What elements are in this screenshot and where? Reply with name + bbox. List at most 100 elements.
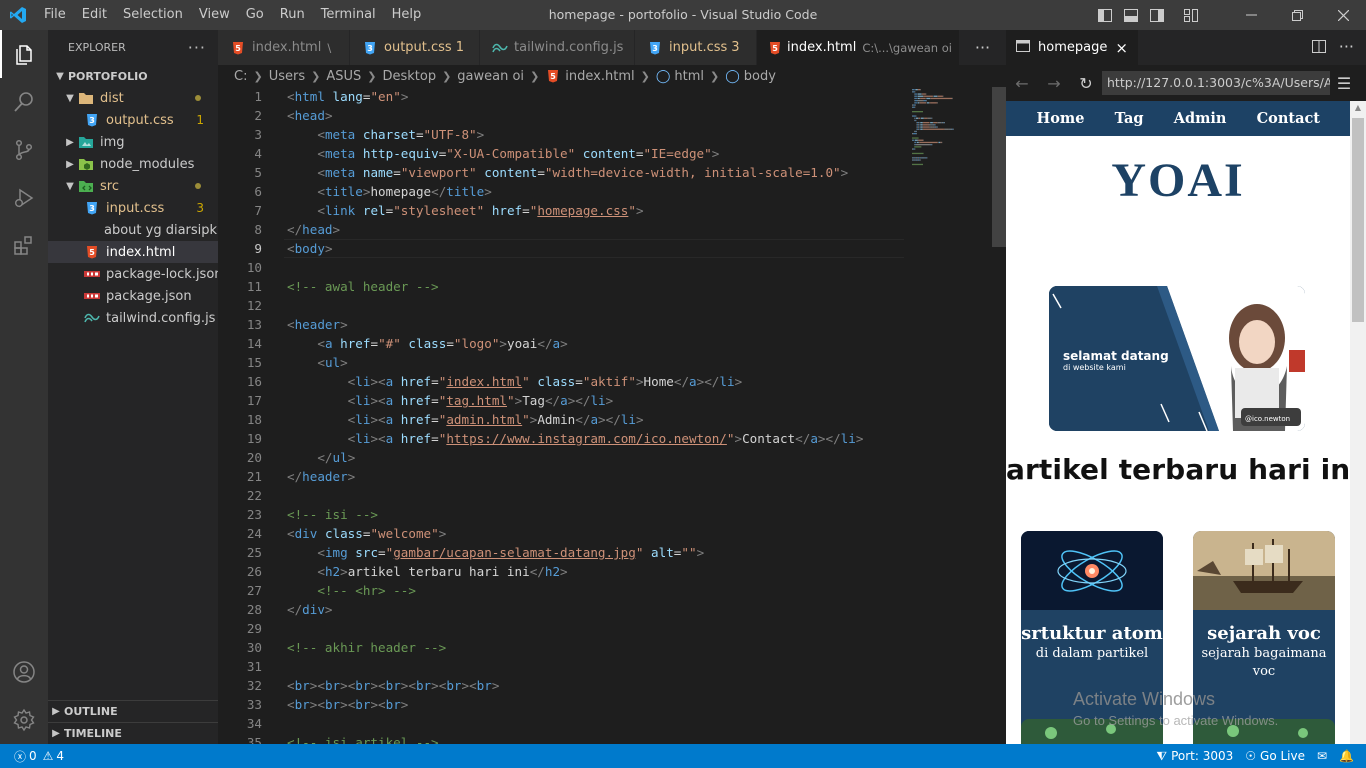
search-icon[interactable] — [0, 78, 48, 126]
tab-tailwind-config[interactable]: tailwind.config.js — [480, 30, 635, 65]
code-line[interactable]: 29 — [218, 619, 1006, 638]
code-line[interactable]: 4 <meta http-equiv="X-UA-Compatible" con… — [218, 144, 1006, 163]
code-text[interactable]: </head> — [287, 220, 340, 239]
reload-icon[interactable]: ↻ — [1070, 65, 1102, 101]
code-line[interactable]: 2 <head> — [218, 106, 1006, 125]
more-actions-icon[interactable]: ··· — [188, 38, 206, 57]
tree-item-about[interactable]: about yg diarsipk... — [48, 219, 229, 241]
toggle-sidebar-icon[interactable] — [1092, 0, 1118, 30]
code-text[interactable]: <img src="gambar/ucapan-selamat-datang.j… — [287, 543, 704, 562]
code-line[interactable]: 27 <!-- <hr> --> — [218, 581, 1006, 600]
source-control-icon[interactable] — [0, 126, 48, 174]
tree-item-img[interactable]: ▶ img — [48, 131, 218, 153]
code-line[interactable]: 3 <meta charset="UTF-8"> — [218, 125, 1006, 144]
breadcrumb-item[interactable]: html — [674, 69, 704, 84]
restore-icon[interactable] — [1274, 0, 1320, 30]
tab-input-css[interactable]: 3 input.css 3 — [635, 30, 757, 65]
menu-view[interactable]: View — [191, 0, 238, 30]
minimap[interactable] — [910, 87, 992, 297]
code-line[interactable]: 26 <h2>artikel terbaru hari ini</h2> — [218, 562, 1006, 581]
code-line[interactable]: 28 </div> — [218, 600, 1006, 619]
split-editor-icon[interactable] — [1312, 40, 1326, 57]
outline-section[interactable]: ▶ OUTLINE — [48, 700, 218, 722]
tab-index-html-active[interactable]: 5 index.html C:\...\gawean oi × — [757, 30, 972, 65]
toggle-secondary-sidebar-icon[interactable] — [1144, 0, 1170, 30]
notifications-bell-icon[interactable]: 🔔 — [1333, 749, 1366, 763]
breadcrumb-item[interactable]: gawean oi — [457, 69, 524, 84]
breadcrumb-item[interactable]: C: — [234, 69, 247, 84]
code-text[interactable]: <meta charset="UTF-8"> — [287, 125, 484, 144]
code-text[interactable]: <link rel="stylesheet" href="homepage.cs… — [287, 201, 643, 220]
tree-item-output-css[interactable]: 3 output.css 1 — [48, 109, 218, 131]
code-text[interactable]: <div class="welcome"> — [287, 524, 446, 543]
nav-admin-link[interactable]: Admin — [1174, 110, 1227, 127]
site-logo[interactable]: YOAI — [1006, 153, 1350, 208]
code-line[interactable]: 24 <div class="welcome"> — [218, 524, 1006, 543]
code-text[interactable]: <!-- akhir header --> — [287, 638, 446, 657]
nav-tag-link[interactable]: Tag — [1115, 110, 1144, 127]
code-line[interactable]: 17 <li><a href="tag.html">Tag</a></li> — [218, 391, 1006, 410]
run-debug-icon[interactable] — [0, 174, 48, 222]
code-line[interactable]: 30 <!-- akhir header --> — [218, 638, 1006, 657]
close-tab-icon[interactable]: × — [1115, 39, 1128, 57]
code-text[interactable]: <ul> — [287, 353, 347, 372]
code-text[interactable]: <head> — [287, 106, 333, 125]
breadcrumb-item[interactable]: body — [744, 69, 776, 84]
menu-selection[interactable]: Selection — [115, 0, 191, 30]
menu-go[interactable]: Go — [238, 0, 272, 30]
code-text[interactable]: <header> — [287, 315, 348, 334]
code-line[interactable]: 14 <a href="#" class="logo">yoai</a> — [218, 334, 1006, 353]
code-line[interactable]: 23 <!-- isi --> — [218, 505, 1006, 524]
code-line[interactable]: 1 <html lang="en"> — [218, 87, 1006, 106]
code-line[interactable]: 22 — [218, 486, 1006, 505]
code-text[interactable]: <!-- awal header --> — [287, 277, 439, 296]
tab-index-html[interactable]: 5 index.html \ — [218, 30, 350, 65]
port-status[interactable]: ⧨ Port: 3003 — [1150, 749, 1239, 764]
code-editor[interactable]: 1 <html lang="en"> 2 <head> 3 <meta charset=… — [218, 87, 1006, 744]
nav-contact-link[interactable]: Contact — [1257, 110, 1320, 127]
menu-hamburger-icon[interactable]: ☰ — [1330, 65, 1358, 101]
nav-home-link[interactable]: Home — [1037, 110, 1085, 127]
code-text[interactable]: <li><a href="tag.html">Tag</a></li> — [287, 391, 614, 410]
editor-scrollbar[interactable] — [992, 87, 1006, 247]
scroll-up-icon[interactable]: ▲ — [1350, 101, 1366, 115]
menu-terminal[interactable]: Terminal — [313, 0, 384, 30]
code-line[interactable]: 8 </head> — [218, 220, 1006, 239]
tree-item-package-json[interactable]: package.json — [48, 285, 218, 307]
code-line[interactable]: 15 <ul> — [218, 353, 1006, 372]
code-line[interactable]: 19 <li><a href="https://www.instagram.co… — [218, 429, 1006, 448]
code-text[interactable]: <h2>artikel terbaru hari ini</h2> — [287, 562, 567, 581]
code-text[interactable]: </header> — [287, 467, 355, 486]
breadcrumb-item[interactable]: ASUS — [326, 69, 361, 84]
code-line[interactable]: 20 </ul> — [218, 448, 1006, 467]
code-line[interactable]: 35 <!-- isi artikel --> — [218, 733, 1006, 744]
code-text[interactable]: <meta http-equiv="X-UA-Compatible" conte… — [287, 144, 719, 163]
code-text[interactable]: <!-- isi artikel --> — [287, 733, 439, 744]
settings-gear-icon[interactable] — [0, 696, 48, 744]
url-input[interactable]: http://127.0.0.1:3003/c%3A/Users/ASUS — [1102, 71, 1330, 95]
breadcrumb-item[interactable]: Users — [269, 69, 305, 84]
tree-item-index-html[interactable]: 5 index.html — [48, 241, 218, 263]
accounts-icon[interactable] — [0, 648, 48, 696]
code-text[interactable]: <title>homepage</title> — [287, 182, 491, 201]
preview-scroll-thumb[interactable] — [1352, 118, 1364, 322]
code-line[interactable]: 7 <link rel="stylesheet" href="homepage.… — [218, 201, 1006, 220]
code-line[interactable]: 6 <title>homepage</title> — [218, 182, 1006, 201]
more-actions-icon[interactable]: ··· — [960, 30, 1006, 65]
breadcrumb-item[interactable]: Desktop — [382, 69, 436, 84]
code-line[interactable]: 11 <!-- awal header --> — [218, 277, 1006, 296]
close-window-icon[interactable] — [1320, 0, 1366, 30]
code-line[interactable]: 9 <body> — [218, 239, 1006, 258]
code-text[interactable]: <li><a href="index.html" class="aktif">H… — [287, 372, 742, 391]
code-text[interactable]: <br><br><br><br><br><br><br> — [287, 676, 499, 695]
toggle-panel-icon[interactable] — [1118, 0, 1144, 30]
code-line[interactable]: 21 </header> — [218, 467, 1006, 486]
code-text[interactable]: <li><a href="https://www.instagram.com/i… — [287, 429, 864, 448]
code-line[interactable]: 32 <br><br><br><br><br><br><br> — [218, 676, 1006, 695]
code-text[interactable]: <li><a href="admin.html">Admin</a></li> — [287, 410, 644, 429]
code-line[interactable]: 18 <li><a href="admin.html">Admin</a></l… — [218, 410, 1006, 429]
code-text[interactable]: <!-- <hr> --> — [287, 581, 416, 600]
code-line[interactable]: 10 — [218, 258, 1006, 277]
tree-item-src[interactable]: ▼ src — [48, 175, 218, 197]
code-line[interactable]: 16 <li><a href="index.html" class="aktif… — [218, 372, 1006, 391]
